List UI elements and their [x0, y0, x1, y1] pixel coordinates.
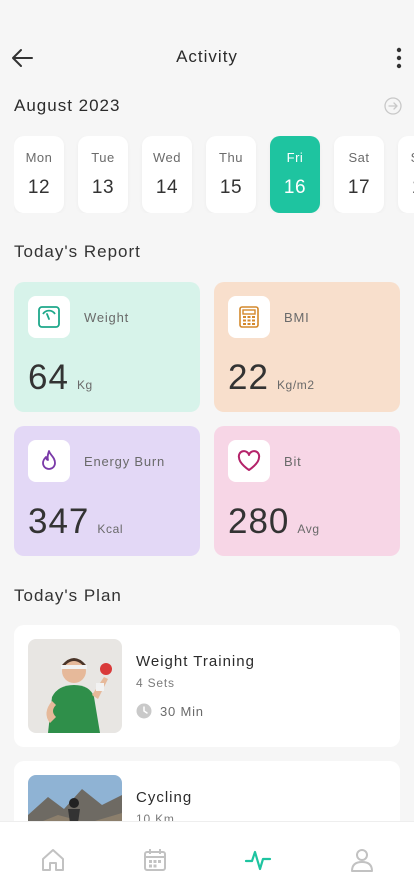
day-name: Mon [25, 150, 53, 165]
value-unit: Kg/m2 [276, 378, 315, 392]
day-name: Sun [398, 150, 414, 165]
card-value: 22 Kg/m2 [228, 358, 315, 398]
bottom-tab-bar [0, 821, 414, 896]
value-number: 280 [228, 502, 290, 541]
day-number: 12 [27, 177, 51, 198]
plan-sets: 4 Sets [136, 676, 175, 690]
calculator-icon [228, 296, 270, 338]
energy-burn-card[interactable]: Energy Burn 347 Kcal [14, 426, 200, 556]
plan-section-title: Today's Plan [14, 586, 122, 605]
card-value: 280 Avg [228, 502, 320, 542]
card-value: 347 Kcal [28, 502, 123, 542]
month-label: August 2023 [14, 96, 121, 115]
day-strip: Mon 12 Tue 13 Wed 14 Thu 15 Fri 16 Sat 17 Sun 1… [14, 136, 414, 213]
home-icon[interactable] [37, 844, 69, 876]
day-name: Sat [348, 150, 370, 165]
heart-icon [228, 440, 270, 482]
card-label: BMI [284, 310, 310, 325]
day-tue[interactable]: Tue 13 [78, 136, 128, 213]
value-number: 22 [228, 358, 269, 397]
plan-item-weight-training[interactable]: Weight Training 4 Sets 30 Min [14, 625, 400, 747]
month-selector: August 2023 [14, 96, 402, 118]
card-label: Bit [284, 454, 302, 469]
day-sun[interactable]: Sun 18 [398, 136, 414, 213]
day-number: 18 [398, 177, 414, 199]
scale-icon [28, 296, 70, 338]
day-name: Wed [153, 150, 181, 165]
value-number: 64 [28, 358, 69, 397]
value-unit: Kg [76, 378, 93, 392]
profile-icon[interactable] [346, 844, 378, 876]
day-number: 15 [219, 177, 243, 198]
flame-icon [28, 440, 70, 482]
value-number: 347 [28, 502, 90, 541]
clock-icon [136, 703, 152, 719]
more-options-icon[interactable] [394, 46, 404, 70]
plan-name: Weight Training [136, 653, 255, 670]
card-label: Weight [84, 310, 130, 325]
day-number: 14 [155, 177, 179, 198]
value-unit: Avg [297, 522, 320, 536]
card-label: Energy Burn [84, 454, 166, 469]
app-header: Activity [0, 0, 414, 90]
card-value: 64 Kg [28, 358, 93, 398]
plan-name: Cycling [136, 789, 193, 806]
day-name: Tue [91, 150, 115, 165]
day-number: 13 [91, 177, 115, 198]
bmi-card[interactable]: BMI 22 Kg/m2 [214, 282, 400, 412]
value-unit: Kcal [97, 522, 124, 536]
weight-card[interactable]: Weight 64 Kg [14, 282, 200, 412]
day-mon[interactable]: Mon 12 [14, 136, 64, 213]
day-wed[interactable]: Wed 14 [142, 136, 192, 213]
report-section-title: Today's Report [14, 242, 141, 261]
day-number: 17 [347, 177, 371, 198]
weight-training-photo [28, 639, 122, 733]
plan-duration-text: 30 Min [160, 703, 204, 719]
day-sat[interactable]: Sat 17 [334, 136, 384, 213]
day-number: 16 [283, 177, 307, 198]
day-name: Thu [219, 150, 243, 165]
heart-beat-card[interactable]: Bit 280 Avg [214, 426, 400, 556]
activity-icon[interactable] [242, 844, 274, 876]
next-month-arrow-icon[interactable] [384, 97, 402, 115]
page-title: Activity [176, 47, 238, 66]
plan-duration: 30 Min [136, 703, 204, 719]
day-thu[interactable]: Thu 15 [206, 136, 256, 213]
day-fri-selected[interactable]: Fri 16 [270, 136, 320, 213]
calendar-icon[interactable] [139, 844, 171, 876]
day-name: Fri [286, 150, 304, 165]
